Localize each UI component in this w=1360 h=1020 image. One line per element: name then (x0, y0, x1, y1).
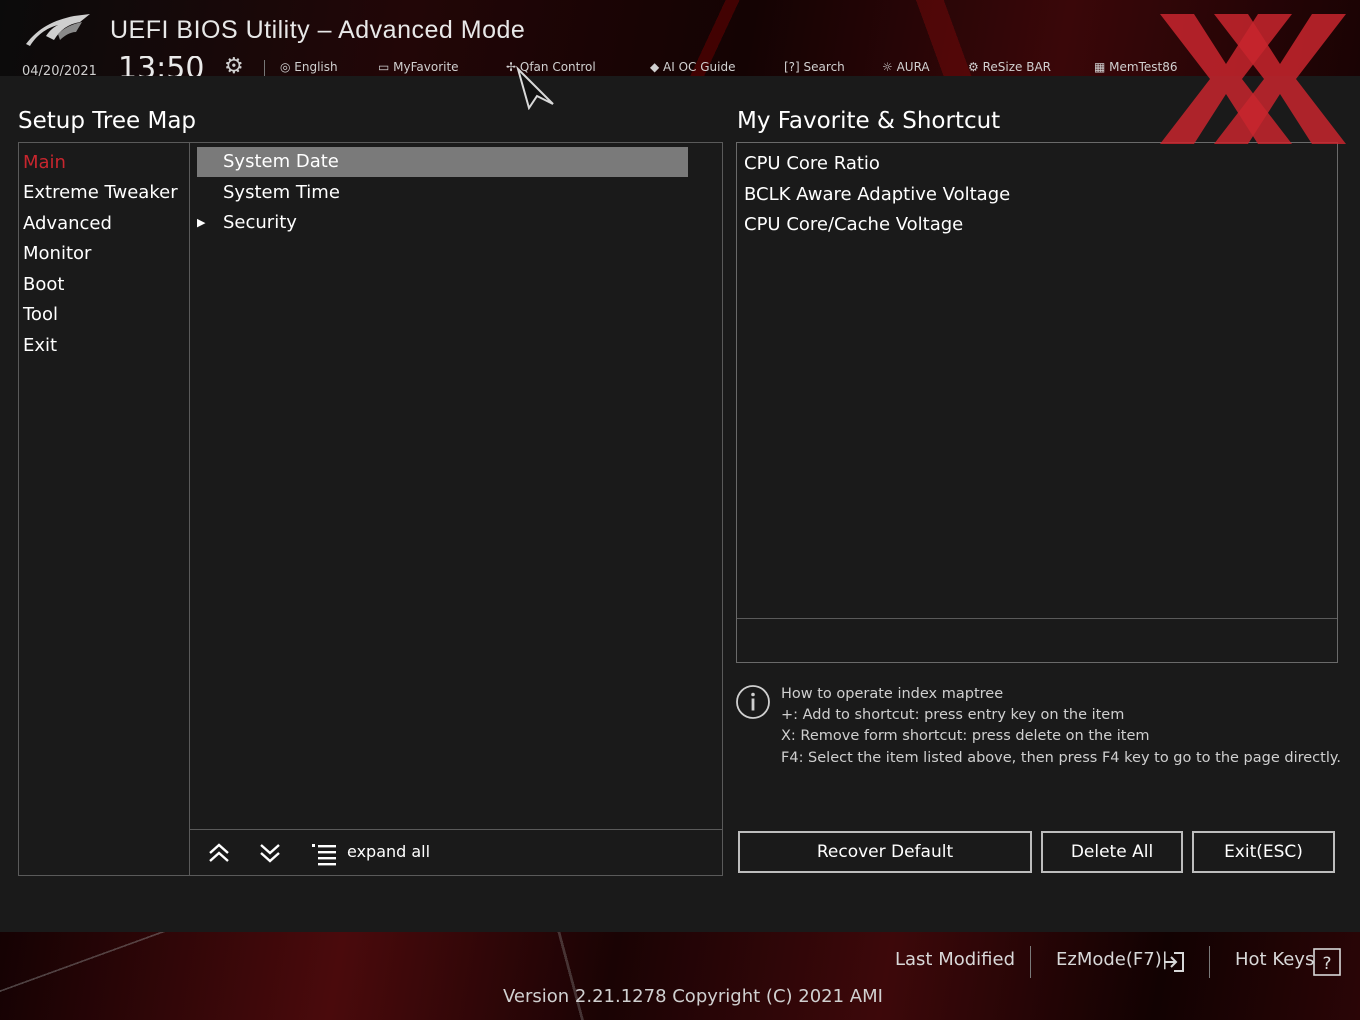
gear-icon[interactable]: ⚙ (224, 56, 244, 76)
help-question-icon[interactable]: ? (1313, 948, 1341, 976)
header-bar: UEFI BIOS Utility – Advanced Mode 04/20/… (0, 0, 1360, 76)
help-line: X: Remove form shortcut: press delete on… (781, 728, 1150, 745)
help-line: +: Add to shortcut: press entry key on t… (781, 707, 1125, 724)
status-item-resize-bar[interactable]: ⚙ ReSize BAR (968, 60, 1051, 74)
exit-button[interactable]: Exit(ESC) (1192, 831, 1335, 873)
category-tool[interactable]: Tool (23, 304, 58, 325)
tree-item-system-date[interactable]: System Date (197, 147, 688, 177)
app-title: UEFI BIOS Utility – Advanced Mode (110, 16, 526, 44)
favorite-icon: ▭ (378, 60, 394, 74)
status-separator (264, 60, 265, 76)
status-item-search[interactable]: [?] Search (784, 60, 845, 74)
setup-tree-map: Main Extreme Tweaker Advanced Monitor Bo… (18, 142, 723, 876)
aura-icon: ☼ (882, 60, 897, 74)
category-main[interactable]: Main (23, 152, 66, 173)
category-boot[interactable]: Boot (23, 274, 64, 295)
category-extreme-tweaker[interactable]: Extreme Tweaker (23, 182, 178, 203)
delete-all-button[interactable]: Delete All (1041, 831, 1183, 873)
rog-logo-icon (26, 14, 90, 46)
ezmode-exit-icon[interactable] (1162, 950, 1186, 974)
category-advanced[interactable]: Advanced (23, 213, 112, 234)
tree-item-label: System Time (223, 182, 340, 203)
help-line: How to operate index maptree (781, 686, 1004, 702)
help-text: How to operate index maptree +: Add to s… (781, 684, 1341, 769)
help-line: F4: Select the item listed above, then p… (781, 749, 1341, 766)
expand-arrow-icon[interactable]: ▶ (197, 208, 205, 238)
footer-separator (1209, 946, 1210, 978)
expand-all-label[interactable]: expand all (347, 842, 430, 861)
status-bar: 04/20/2021 13:50 ⚙ ◎ English ▭ MyFavorit… (22, 56, 1222, 76)
ezmode-button[interactable]: EzMode(F7)| (1056, 949, 1168, 970)
footer-separator (1030, 946, 1031, 978)
list-icon[interactable] (312, 840, 338, 866)
favorites-panel: CPU Core Ratio BCLK Aware Adaptive Volta… (736, 142, 1338, 663)
hot-keys-button[interactable]: Hot Keys (1235, 949, 1314, 970)
ezmode-label: EzMode(F7)| (1056, 949, 1168, 970)
collapse-all-icon[interactable] (206, 840, 232, 866)
info-icon (736, 685, 770, 719)
category-monitor[interactable]: Monitor (23, 243, 91, 264)
status-item-ai-oc[interactable]: ◆ AI OC Guide (650, 60, 736, 74)
memtest-icon: ▦ (1094, 60, 1110, 74)
bios-screen: UEFI BIOS Utility – Advanced Mode 04/20/… (0, 0, 1360, 1020)
resize-bar-icon: ⚙ (968, 60, 983, 74)
favorite-item-cpu-core-ratio[interactable]: CPU Core Ratio (744, 153, 880, 174)
tree-map-title: Setup Tree Map (18, 108, 197, 134)
favorites-title: My Favorite & Shortcut (737, 108, 1001, 134)
recover-default-button[interactable]: Recover Default (738, 831, 1032, 873)
favorites-divider (737, 618, 1337, 619)
globe-icon: ◎ (280, 60, 295, 74)
tree-item-label: Security (223, 212, 297, 233)
status-item-aura[interactable]: ☼ AURA (882, 60, 930, 74)
ai-oc-icon: ◆ (650, 60, 664, 74)
tree-item-label: System Date (223, 151, 339, 172)
status-item-language[interactable]: ◎ English (280, 60, 338, 74)
footer-bar: Last Modified EzMode(F7)| Hot Keys ? Ver… (0, 932, 1360, 1020)
version-text: Version 2.21.1278 Copyright (C) 2021 AMI (503, 986, 883, 1007)
category-exit[interactable]: Exit (23, 335, 57, 356)
tree-item-system-time[interactable]: System Time (197, 178, 688, 208)
date-display: 04/20/2021 (22, 64, 97, 76)
tree-toolbar: expand all (190, 829, 722, 875)
time-display: 13:50 (118, 56, 205, 76)
category-list: Main Extreme Tweaker Advanced Monitor Bo… (19, 143, 190, 875)
cursor-icon (516, 66, 554, 110)
svg-text:?: ? (1322, 954, 1331, 974)
favorite-item-bclk-voltage[interactable]: BCLK Aware Adaptive Voltage (744, 184, 1010, 205)
watermark-xx (1160, 14, 1346, 144)
search-icon: [?] (784, 60, 804, 74)
favorite-item-cpu-cache-voltage[interactable]: CPU Core/Cache Voltage (744, 214, 963, 235)
expand-down-icon[interactable] (257, 840, 283, 866)
tree-item-security[interactable]: ▶ Security (197, 208, 688, 238)
last-modified-button[interactable]: Last Modified (895, 949, 1015, 970)
tree-item-list: System Date System Time ▶ Security (190, 143, 722, 875)
status-item-myfavorite[interactable]: ▭ MyFavorite (378, 60, 459, 74)
